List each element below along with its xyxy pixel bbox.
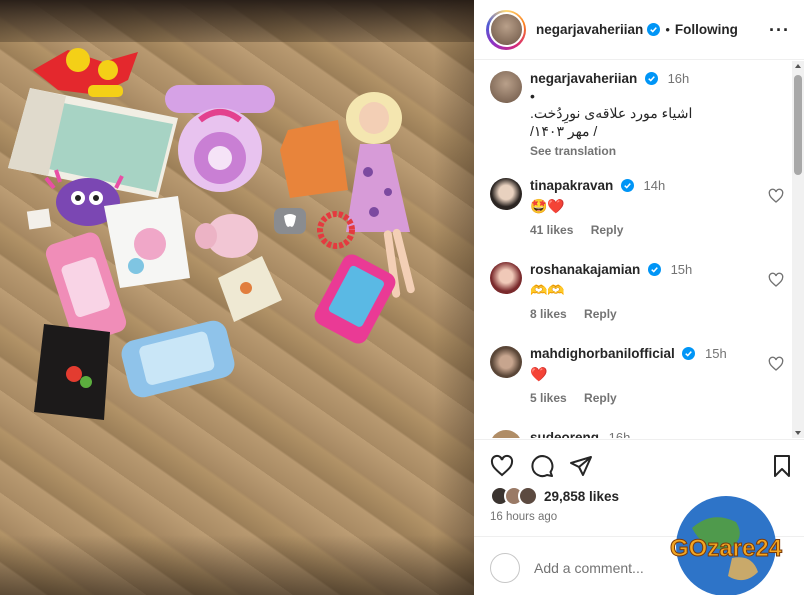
reply-button[interactable]: Reply bbox=[591, 223, 624, 237]
commenter-avatar[interactable] bbox=[490, 178, 522, 210]
comment-time: 15h bbox=[705, 346, 727, 361]
heart-icon[interactable] bbox=[768, 188, 784, 204]
commenter-username[interactable]: tinapakravan bbox=[530, 178, 613, 193]
comment-likes[interactable]: 41 likes bbox=[530, 223, 573, 237]
likes-count[interactable]: 29,858 likes bbox=[544, 489, 619, 504]
comments-scrollbar[interactable] bbox=[792, 61, 804, 438]
toy-tag-image bbox=[26, 208, 52, 230]
reply-button[interactable]: Reply bbox=[584, 391, 617, 405]
verified-icon bbox=[620, 179, 634, 192]
comment-icon[interactable] bbox=[530, 454, 554, 478]
separator-dot: • bbox=[665, 22, 670, 37]
comments-list[interactable]: negarjavaheriian 16h • اشیاء مورد علاقه‌… bbox=[474, 61, 792, 438]
caption-time: 16h bbox=[667, 71, 690, 86]
author-username[interactable]: negarjavaheriian bbox=[536, 22, 643, 37]
toy-bracelet-image bbox=[317, 211, 355, 249]
reply-button[interactable]: Reply bbox=[584, 307, 617, 321]
author-avatar[interactable] bbox=[486, 9, 526, 50]
caption-avatar[interactable] bbox=[490, 71, 522, 103]
watermark-text: GOzare24 bbox=[670, 535, 783, 562]
comment-likes[interactable]: 5 likes bbox=[530, 391, 567, 405]
watermark-logo: GOzare24 bbox=[669, 496, 783, 595]
commenter-avatar[interactable] bbox=[490, 262, 522, 294]
commenter-username[interactable]: mahdighorbanilofficial bbox=[530, 346, 675, 361]
see-translation-link[interactable]: See translation bbox=[530, 144, 760, 158]
toy-phone-image bbox=[314, 254, 396, 344]
comment-time: 15h bbox=[670, 262, 693, 277]
scroll-down-arrow[interactable] bbox=[795, 431, 801, 435]
photo-shadow bbox=[0, 0, 474, 42]
heart-icon[interactable] bbox=[768, 272, 784, 288]
likes-summary[interactable]: 29,858 likes bbox=[490, 486, 619, 506]
comment-time: 14h bbox=[643, 178, 666, 193]
comment-text: 🫶🫶 bbox=[530, 282, 565, 298]
caption-username[interactable]: negarjavaheriian bbox=[530, 71, 637, 86]
toy-telephone-image bbox=[165, 85, 275, 192]
share-icon[interactable] bbox=[569, 454, 593, 478]
toy-card-image bbox=[218, 256, 282, 322]
verified-icon bbox=[644, 72, 658, 85]
heart-icon[interactable] bbox=[490, 454, 514, 478]
photo-shadow bbox=[434, 0, 474, 595]
toy-tooth-box-image bbox=[274, 208, 306, 234]
post-header: negarjavaheriian • Following ··· bbox=[474, 0, 804, 60]
post-timestamp[interactable]: 16 hours ago bbox=[490, 511, 557, 523]
comment-text: ❤️ bbox=[530, 366, 548, 382]
toy-water-game-image bbox=[121, 320, 235, 398]
more-icon[interactable]: ··· bbox=[769, 20, 790, 41]
scroll-up-arrow[interactable] bbox=[795, 64, 801, 68]
following-button[interactable]: Following bbox=[675, 22, 738, 37]
comment-time: 16h bbox=[608, 430, 631, 438]
verified-icon bbox=[647, 23, 661, 36]
photo-shadow bbox=[0, 535, 474, 595]
caption-line: اشیاء مورد علاقه‌ی نورِدُخت. bbox=[530, 105, 693, 121]
emoji-icon[interactable] bbox=[490, 553, 520, 583]
caption-line: • bbox=[530, 88, 535, 104]
post-photo[interactable] bbox=[0, 0, 474, 595]
save-icon[interactable] bbox=[770, 454, 794, 478]
heart-icon[interactable] bbox=[768, 356, 784, 372]
commenter-avatar[interactable] bbox=[490, 430, 522, 438]
liker-avatar bbox=[518, 486, 538, 506]
commenter-avatar[interactable] bbox=[490, 346, 522, 378]
toy-elephant-image bbox=[195, 214, 258, 258]
verified-icon bbox=[682, 347, 696, 360]
commenter-username[interactable]: roshanakajamian bbox=[530, 262, 640, 277]
toy-packet-image bbox=[34, 324, 110, 420]
comment-text: 🤩❤️ bbox=[530, 198, 565, 214]
caption-line: / مهر ۱۴۰۳/ bbox=[530, 123, 598, 139]
scroll-thumb[interactable] bbox=[794, 75, 802, 175]
commenter-username[interactable]: sudeoreng bbox=[530, 430, 599, 438]
comment-likes[interactable]: 8 likes bbox=[530, 307, 567, 321]
comment-composer bbox=[490, 553, 674, 583]
verified-icon bbox=[647, 263, 661, 276]
